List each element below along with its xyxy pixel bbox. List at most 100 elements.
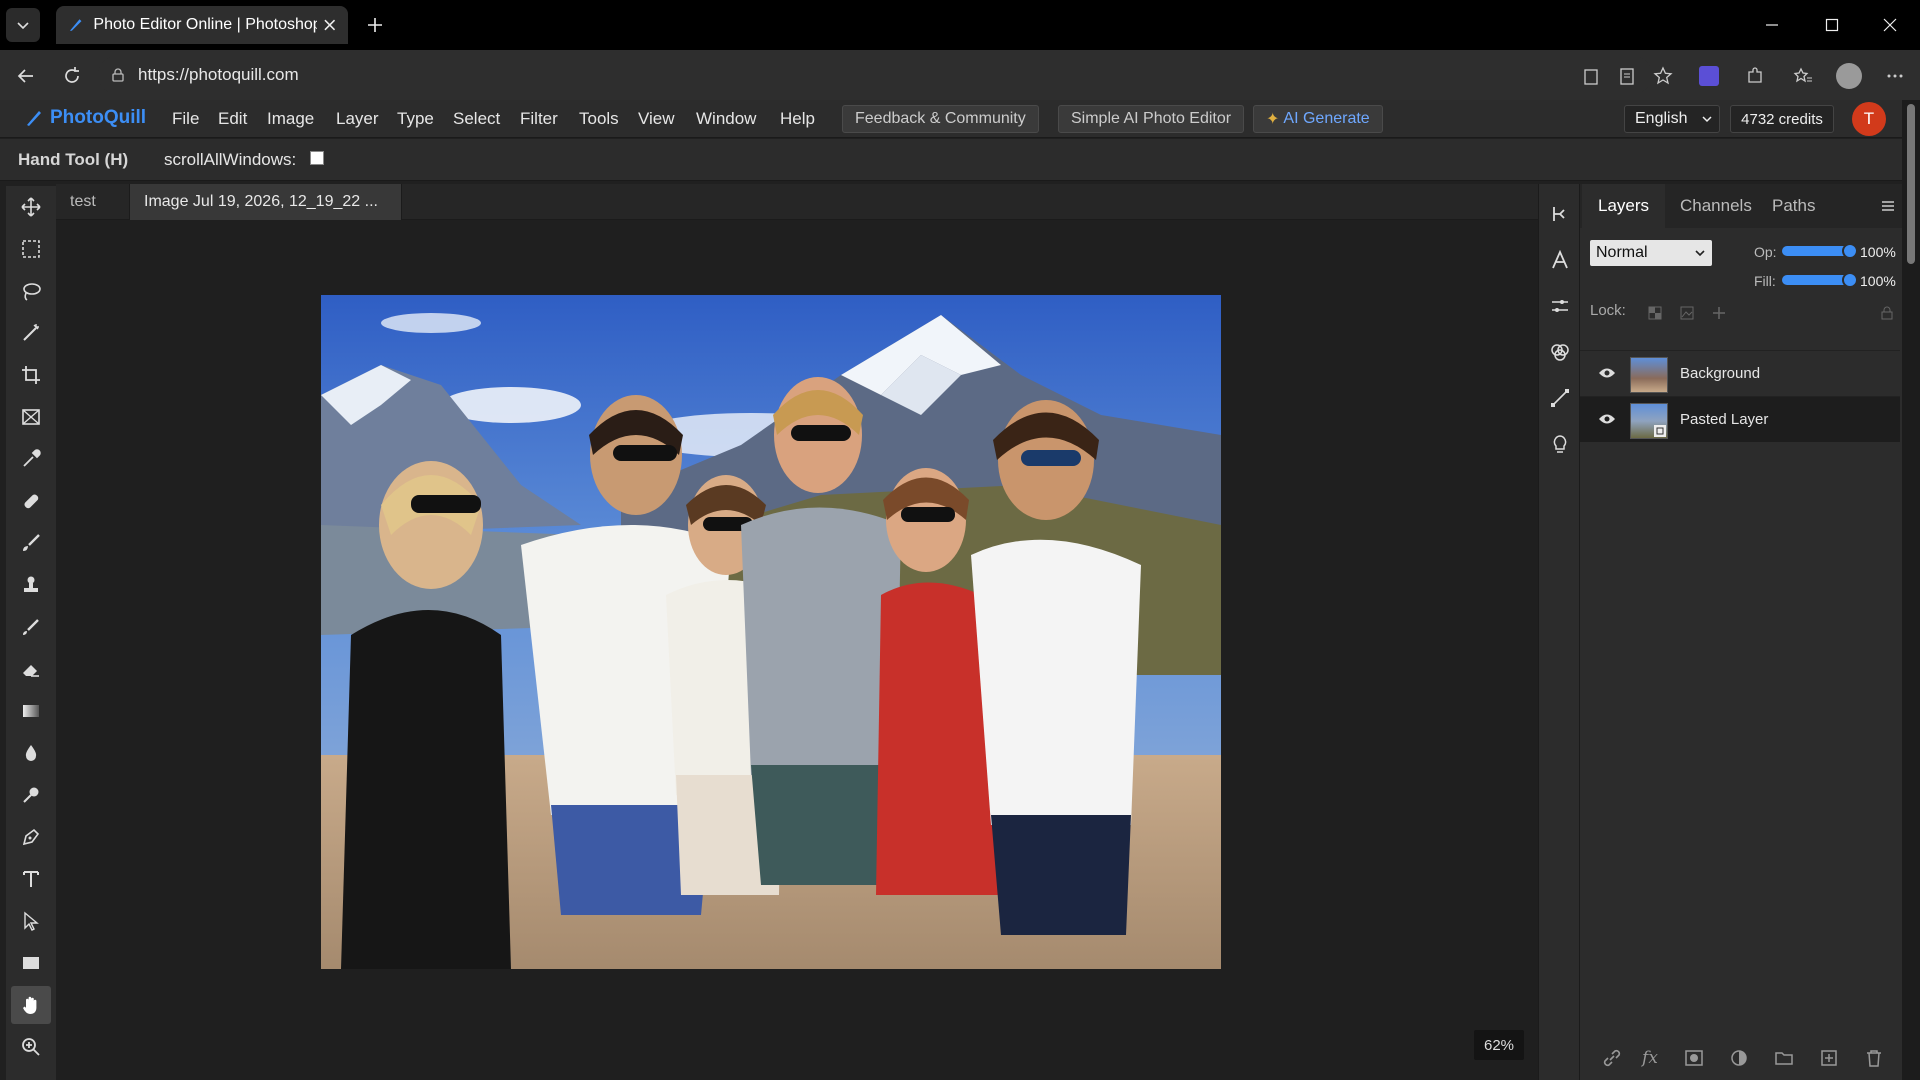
adjustments-panel-button[interactable] (1544, 290, 1576, 322)
adjustment-layer-button[interactable] (1725, 1044, 1753, 1072)
profile-button[interactable] (1833, 60, 1865, 92)
menu-view[interactable]: View (638, 109, 675, 129)
type-tool[interactable] (11, 860, 51, 898)
menu-type[interactable]: Type (397, 109, 434, 129)
lasso-icon (23, 283, 41, 301)
lock-position-button[interactable] (1712, 306, 1726, 325)
link-layers-button[interactable] (1598, 1044, 1626, 1072)
layers-panel: Layers Channels Paths Normal Op: 100% Fi… (1580, 184, 1902, 1080)
delete-layer-button[interactable] (1860, 1044, 1888, 1072)
tab-channels[interactable]: Channels (1664, 184, 1768, 228)
favorites-button[interactable] (1787, 60, 1819, 92)
frame-tool[interactable] (11, 398, 51, 436)
close-tab-icon[interactable] (323, 18, 336, 32)
hand-tool[interactable] (11, 986, 51, 1024)
blur-tool[interactable] (11, 734, 51, 772)
brush-tool[interactable] (11, 524, 51, 562)
extensions-menu-button[interactable] (1739, 60, 1771, 92)
simple-ai-editor-button[interactable]: Simple AI Photo Editor (1058, 105, 1245, 133)
new-tab-button[interactable] (360, 10, 390, 40)
channels-panel-button[interactable] (1544, 336, 1576, 368)
menu-select[interactable]: Select (453, 109, 500, 129)
menu-edit[interactable]: Edit (218, 109, 247, 129)
lasso-tool[interactable] (11, 272, 51, 310)
lock-image-button[interactable] (1680, 306, 1694, 325)
lock-position-icon (1713, 307, 1725, 319)
app-logo[interactable]: PhotoQuill (24, 107, 146, 129)
menu-image[interactable]: Image (267, 109, 314, 129)
back-button[interactable] (10, 60, 42, 92)
menu-tools[interactable]: Tools (579, 109, 619, 129)
path-select-tool[interactable] (11, 902, 51, 940)
lock-transparent-button[interactable] (1648, 306, 1662, 325)
gradient-tool[interactable] (11, 692, 51, 730)
panel-menu-button[interactable] (1880, 198, 1896, 219)
language-select[interactable]: English (1624, 105, 1720, 133)
doc-tab-image[interactable]: Image Jul 19, 2026, 12_19_22 ... (130, 184, 402, 220)
tab-layers[interactable]: Layers (1582, 184, 1666, 228)
fill-slider-handle[interactable] (1842, 272, 1858, 288)
browser-menu-button[interactable] (1879, 60, 1911, 92)
reader-mode-button[interactable] (1611, 60, 1643, 92)
url-field[interactable]: https://photoquill.com (98, 56, 1652, 94)
credits-badge[interactable]: 4732 credits (1730, 105, 1834, 133)
doc-tab-label: test (70, 193, 96, 210)
new-layer-button[interactable] (1815, 1044, 1843, 1072)
history-panel-button[interactable] (1544, 198, 1576, 230)
eye-icon[interactable] (1598, 412, 1616, 426)
marquee-tool[interactable] (11, 230, 51, 268)
lock-all-button[interactable] (1880, 306, 1894, 325)
zoom-icon (22, 1038, 40, 1056)
menu-file[interactable]: File (172, 109, 199, 129)
canvas-area[interactable] (56, 220, 1538, 1080)
dodge-tool[interactable] (11, 776, 51, 814)
zoom-tool[interactable] (11, 1028, 51, 1066)
page-scrollbar[interactable] (1902, 100, 1920, 1080)
blend-mode-select[interactable]: Normal (1590, 240, 1712, 266)
clone-stamp-tool[interactable] (11, 566, 51, 604)
doc-tab-test[interactable]: test (56, 184, 130, 220)
document-image[interactable] (321, 295, 1221, 969)
eraser-tool[interactable] (11, 650, 51, 688)
eyedropper-tool[interactable] (11, 440, 51, 478)
feedback-community-button[interactable]: Feedback & Community (842, 105, 1039, 133)
tab-paths[interactable]: Paths (1756, 184, 1831, 228)
close-window-button[interactable] (1870, 10, 1910, 40)
new-group-button[interactable] (1770, 1044, 1798, 1072)
menu-layer[interactable]: Layer (336, 109, 379, 129)
pen-tool[interactable] (11, 818, 51, 856)
scroll-all-windows-checkbox[interactable] (310, 151, 324, 165)
layer-row-pasted-layer[interactable]: Pasted Layer (1580, 396, 1900, 442)
magic-wand-tool[interactable] (11, 314, 51, 352)
favorite-button[interactable] (1647, 60, 1679, 92)
maximize-button[interactable] (1812, 10, 1852, 40)
browser-tab-active[interactable]: Photo Editor Online | Photoshop A (56, 6, 348, 44)
healing-brush-tool[interactable] (11, 482, 51, 520)
paths-panel-button[interactable] (1544, 382, 1576, 414)
minimize-button[interactable] (1752, 10, 1792, 40)
move-tool[interactable] (11, 188, 51, 226)
ai-generate-button[interactable]: ✦ AI Generate (1253, 105, 1383, 133)
extension-button[interactable] (1693, 60, 1725, 92)
shape-tool[interactable] (11, 944, 51, 982)
reload-button[interactable] (56, 60, 88, 92)
site-info-icon[interactable] (110, 67, 126, 83)
clipboard-icon (1584, 69, 1598, 85)
user-avatar[interactable]: T (1852, 102, 1886, 136)
add-mask-button[interactable] (1680, 1044, 1708, 1072)
layer-effects-button[interactable]: fx (1636, 1044, 1664, 1072)
layer-row-background[interactable]: Background (1580, 350, 1900, 396)
tab-list-button[interactable] (6, 8, 40, 42)
history-brush-tool[interactable] (11, 608, 51, 646)
crop-tool[interactable] (11, 356, 51, 394)
eye-icon[interactable] (1598, 366, 1616, 380)
opacity-slider-handle[interactable] (1842, 243, 1858, 259)
clipboard-button[interactable] (1575, 60, 1607, 92)
menu-window[interactable]: Window (696, 109, 756, 129)
menu-help[interactable]: Help (780, 109, 815, 129)
tips-panel-button[interactable] (1544, 428, 1576, 460)
character-panel-button[interactable] (1544, 244, 1576, 276)
menu-filter[interactable]: Filter (520, 109, 558, 129)
scrollbar-thumb[interactable] (1907, 104, 1915, 264)
channels-icon (1551, 344, 1569, 361)
